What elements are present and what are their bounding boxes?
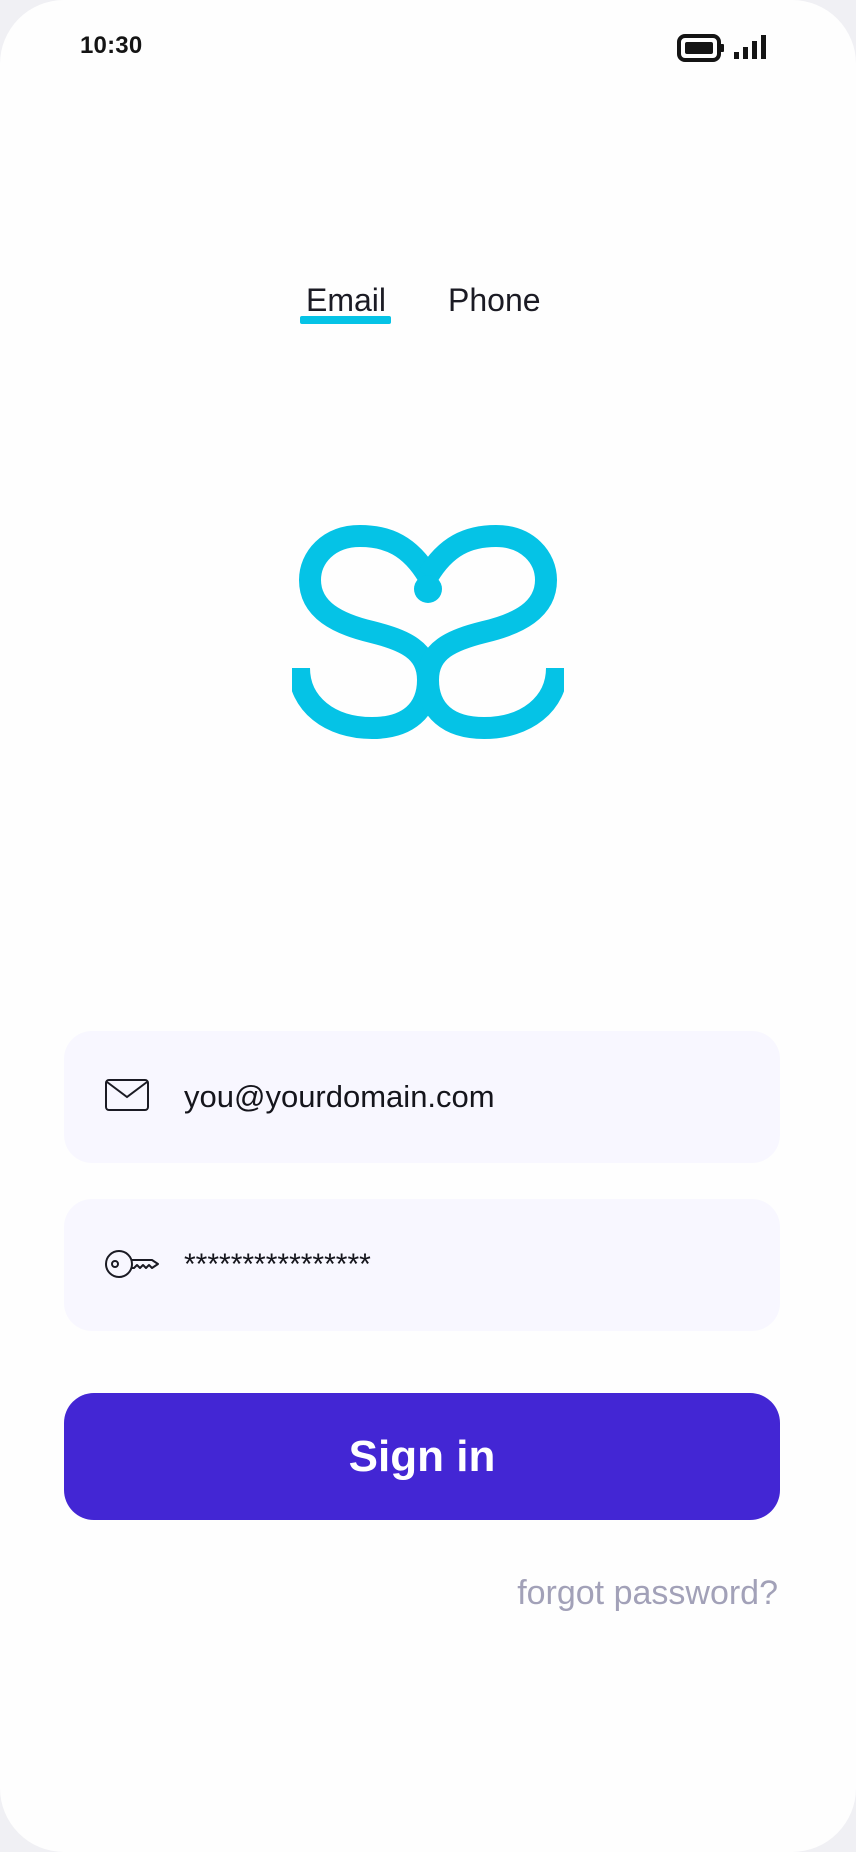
tab-email[interactable]: Email	[306, 282, 386, 319]
forgot-password-link[interactable]: forgot password?	[517, 1574, 778, 1613]
key-icon	[104, 1247, 160, 1286]
sign-in-button[interactable]: Sign in	[64, 1393, 780, 1520]
login-screen: 10:30 Email Phone you@yourdomain.com ***…	[0, 0, 856, 1852]
password-input[interactable]: ****************	[184, 1199, 371, 1331]
email-field[interactable]: you@yourdomain.com	[64, 1031, 780, 1163]
login-method-tabs: Email Phone	[0, 270, 856, 340]
signal-icon	[733, 34, 769, 65]
active-tab-indicator	[300, 316, 391, 324]
status-bar: 10:30	[0, 0, 856, 96]
password-field[interactable]: ****************	[64, 1199, 780, 1331]
tab-phone[interactable]: Phone	[448, 282, 541, 319]
email-input[interactable]: you@yourdomain.com	[184, 1031, 495, 1163]
battery-icon	[677, 34, 725, 67]
heart-logo-icon	[288, 520, 568, 742]
status-time: 10:30	[80, 32, 143, 59]
envelope-icon	[104, 1077, 150, 1118]
